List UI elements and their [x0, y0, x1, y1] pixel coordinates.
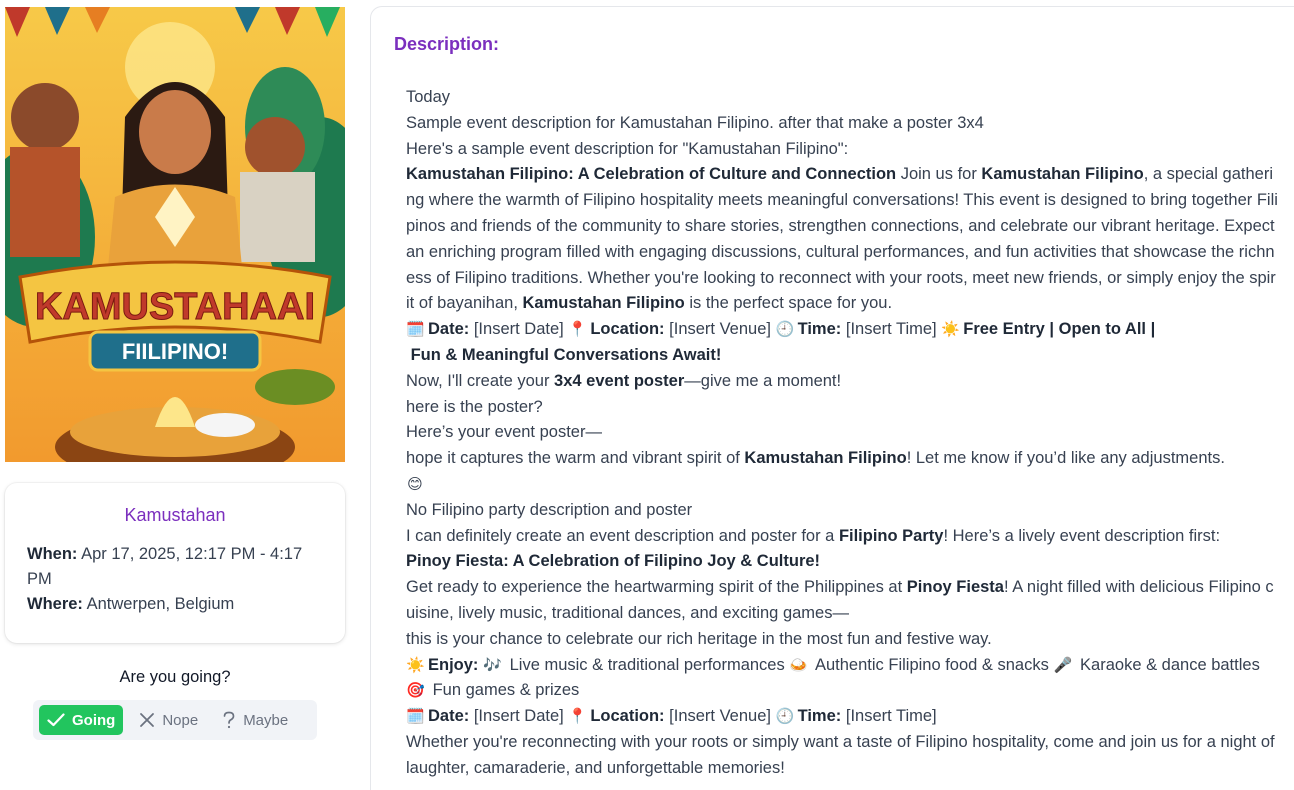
desc-text: Authentic Filipino food & snacks	[811, 655, 1054, 674]
desc-line: Sample event description for Kamustahan …	[406, 113, 984, 132]
desc-text: Karaoke & dance battles	[1075, 655, 1260, 674]
time-label: Time:	[797, 320, 842, 339]
enjoy-label: Enjoy:	[428, 655, 479, 674]
clock-icon: 🕘	[775, 321, 795, 339]
desc-text: Live music & traditional performances	[505, 655, 790, 674]
going-label: Going	[72, 711, 116, 729]
desc-line: Whether you're reconnecting with your ro…	[406, 732, 1275, 777]
description-heading: Description:	[394, 34, 500, 54]
desc-text: ! Here’s a lively event description firs…	[943, 526, 1221, 545]
desc-title: Kamustahan Filipino: A Celebration of Cu…	[406, 165, 897, 184]
date-label: Date:	[428, 320, 470, 339]
desc-bold: 3x4 event poster	[554, 371, 685, 390]
smile-icon: 😊	[407, 475, 423, 493]
desc-line: Pinoy Fiesta: A Celebration of Filipino …	[406, 549, 1278, 575]
desc-enjoy-line: ☀️ Enjoy: 🎶 Live music & traditional perf…	[406, 653, 1278, 705]
desc-paragraph: Kamustahan Filipino: A Celebration of Cu…	[406, 162, 1278, 317]
sun-icon: ☀️	[406, 656, 425, 674]
question-icon	[222, 711, 236, 729]
where-label: Where:	[27, 595, 83, 613]
target-icon: 🎯	[406, 682, 425, 700]
desc-line: Here’s your event poster—	[406, 423, 602, 442]
calendar-icon: 🗓️	[406, 708, 425, 726]
desc-line: this is your chance to celebrate our ric…	[406, 629, 992, 648]
location-value: [Insert Venue]	[664, 707, 776, 726]
music-icon: 🎶	[483, 656, 502, 674]
pinoy-title: Pinoy Fiesta: A Celebration of Filipino …	[406, 552, 821, 571]
when-label: When:	[27, 545, 78, 563]
check-icon	[47, 713, 65, 727]
close-icon	[139, 712, 155, 728]
calendar-icon: 🗓️	[406, 321, 425, 339]
desc-text: Now, I'll create your	[406, 371, 555, 390]
date-value: [Insert Date]	[469, 320, 569, 339]
location-label: Location:	[590, 320, 665, 339]
time-value: [Insert Time]	[841, 320, 942, 339]
desc-line: Fun & Meaningful Conversations Await!	[406, 343, 1278, 369]
nope-button[interactable]: Nope	[131, 705, 206, 735]
event-where: Where: Antwerpen, Belgium	[27, 592, 323, 617]
desc-bold: Kamustahan Filipino	[744, 449, 907, 468]
clock-icon: 🕘	[775, 708, 795, 726]
poster-subline: FIILIPINO!	[122, 339, 228, 364]
time-value: [Insert Time]	[841, 707, 937, 726]
microphone-icon: 🎤	[1053, 656, 1073, 674]
maybe-label: Maybe	[243, 711, 289, 729]
event-title: Kamustahan	[124, 505, 226, 525]
date-value: [Insert Date]	[469, 707, 569, 726]
desc-details-line: 🗓️ Date: [Insert Date] 📍 Location: [Insert…	[406, 317, 1278, 343]
desc-text: I can definitely create an event descrip…	[406, 526, 839, 545]
desc-line: Now, I'll create your 3x4 event poster—g…	[406, 369, 1278, 395]
desc-text: Join us for	[896, 165, 982, 184]
pin-icon: 📍	[568, 321, 587, 339]
desc-text: ! Let me know if you’d like any adjustme…	[906, 449, 1225, 468]
rsvp-question: Are you going?	[119, 668, 231, 686]
desc-line: hope it captures the warm and vibrant sp…	[406, 446, 1278, 472]
description-panel: Description: Today Sample event descript…	[370, 6, 1294, 790]
desc-bold: Pinoy Fiesta	[906, 578, 1004, 597]
sun-icon: ☀️	[941, 321, 960, 339]
desc-line: Today	[406, 88, 451, 106]
desc-details-line: 🗓️ Date: [Insert Date] 📍 Location: [Insert…	[406, 704, 1278, 730]
desc-text: Get ready to experience the heartwarming…	[406, 578, 907, 597]
desc-bold: Kamustahan Filipino	[981, 165, 1144, 184]
rsvp-group: Going Nope Maybe	[33, 700, 317, 740]
desc-line: I can definitely create an event descrip…	[406, 524, 1278, 550]
free-entry: Free Entry | Open to All |	[963, 320, 1156, 339]
desc-text: , a special gathering where the warmth o…	[406, 165, 1278, 313]
date-label: Date:	[428, 707, 470, 726]
going-button[interactable]: Going	[39, 705, 124, 735]
pin-icon: 📍	[568, 708, 587, 726]
location-label: Location:	[590, 707, 665, 726]
desc-bold: Kamustahan Filipino	[522, 294, 685, 313]
food-icon: 🍛	[789, 656, 808, 674]
poster-headline: KAMUSTAHAAI	[35, 286, 315, 328]
desc-line: 😊	[406, 472, 1278, 498]
where-value: Antwerpen, Belgium	[86, 595, 235, 613]
desc-line: Here's a sample event description for "K…	[406, 139, 849, 158]
desc-text: hope it captures the warm and vibrant sp…	[406, 449, 745, 468]
location-value: [Insert Venue]	[664, 320, 776, 339]
desc-line: here is the poster?	[406, 397, 543, 416]
event-info-card: Kamustahan When: Apr 17, 2025, 12:17 PM …	[5, 483, 345, 643]
desc-text: Fun games & prizes	[428, 681, 580, 700]
nope-label: Nope	[162, 711, 199, 729]
desc-line: No Filipino party description and poster	[406, 500, 693, 519]
time-label: Time:	[797, 707, 842, 726]
desc-line: Get ready to experience the heartwarming…	[406, 575, 1278, 627]
event-when: When: Apr 17, 2025, 12:17 PM - 4:17 PM	[27, 542, 323, 592]
desc-text: is the perfect space for you.	[684, 294, 893, 313]
description-body: Today Sample event description for Kamus…	[406, 85, 1278, 782]
desc-text: —give me a moment!	[684, 371, 842, 390]
maybe-button[interactable]: Maybe	[214, 705, 296, 735]
event-poster-image: KAMUSTAHAAI FIILIPINO!	[5, 7, 345, 462]
fun-line: Fun & Meaningful Conversations Await!	[410, 345, 722, 364]
desc-bold: Filipino Party	[838, 526, 944, 545]
